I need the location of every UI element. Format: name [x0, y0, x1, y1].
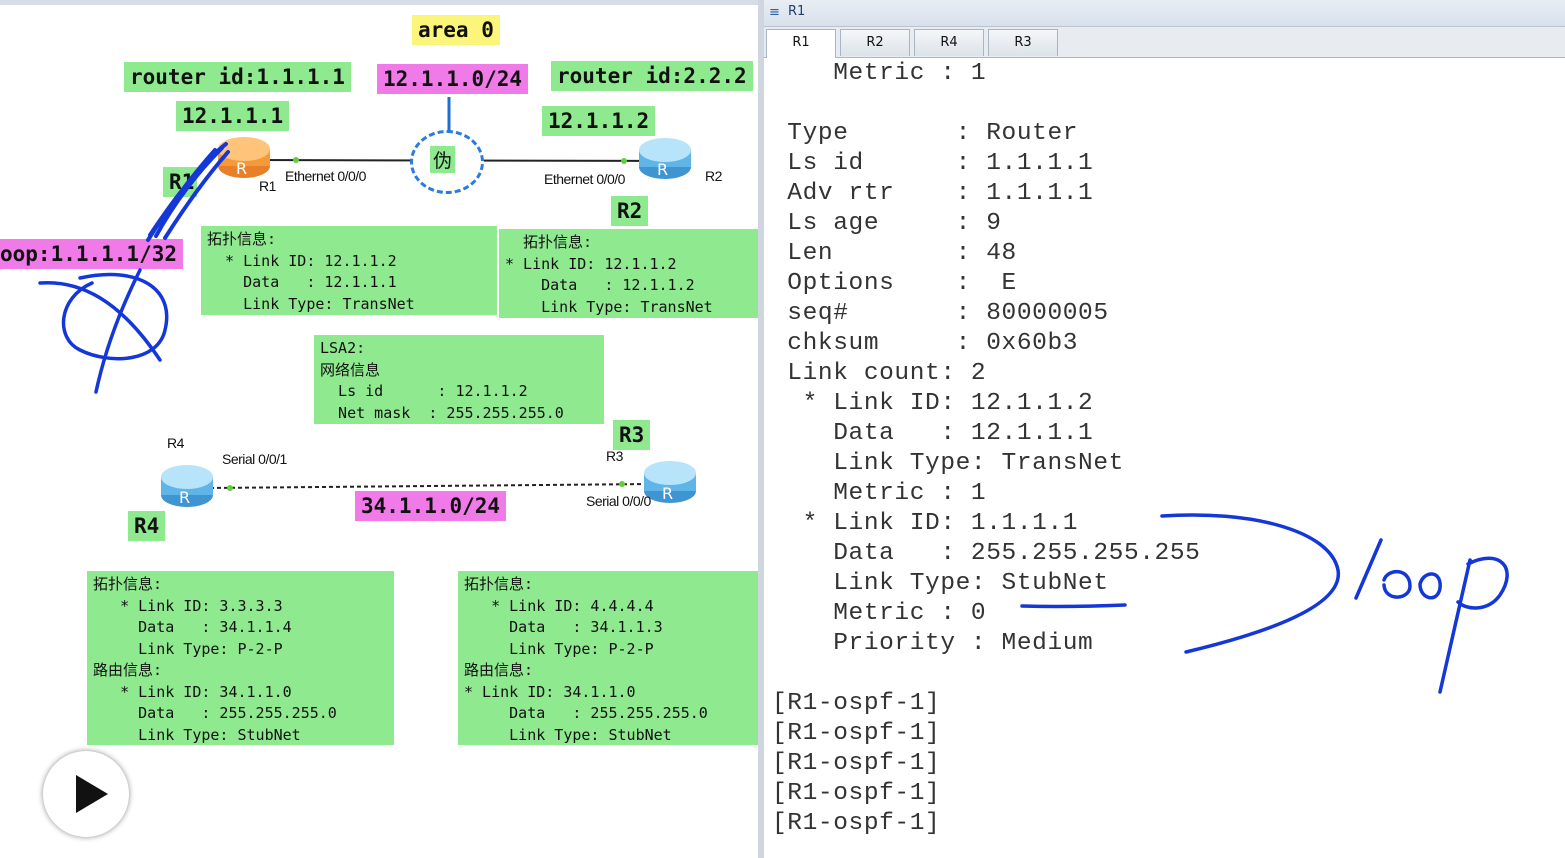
handwritten-annotations-right: [1020, 513, 1509, 694]
handwritten-annotations-left: [38, 142, 230, 394]
terminal-window: ≡ R1 R1 R2 R4 R3 Metric : 1 Type : Route…: [764, 0, 1565, 858]
play-icon: [76, 775, 108, 813]
play-button[interactable]: [43, 751, 129, 837]
screen: area 0 router id:1.1.1.1 12.1.1.0/24 rou…: [0, 0, 1565, 858]
ospf-topology-diagram: area 0 router id:1.1.1.1 12.1.1.0/24 rou…: [0, 0, 760, 858]
annotation-cross: [38, 268, 162, 394]
annotation-scribble: [146, 142, 230, 242]
annotation-arrow: [1160, 513, 1340, 654]
stubnet-underline: [1020, 603, 1127, 609]
annotation-text-loop: [1354, 538, 1509, 694]
